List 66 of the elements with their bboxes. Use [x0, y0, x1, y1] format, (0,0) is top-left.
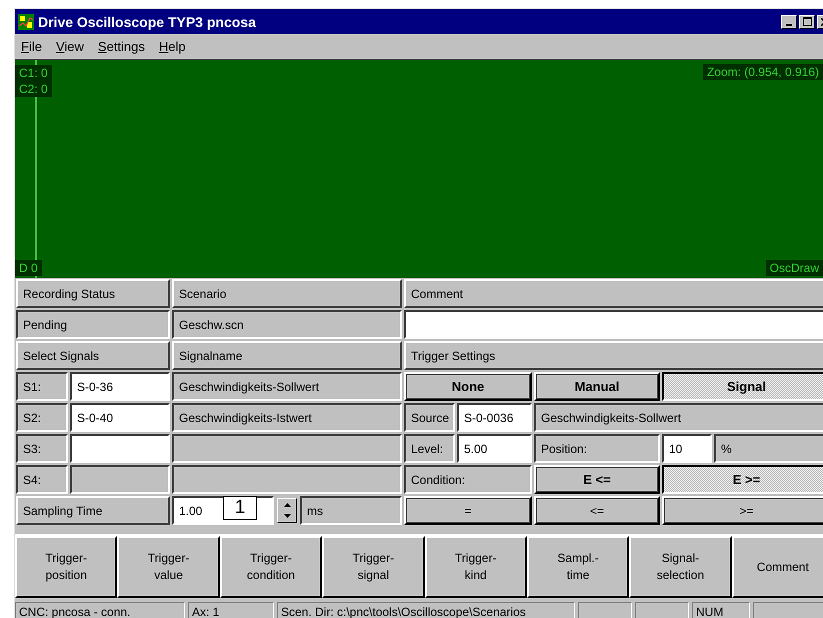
- status-pane: [635, 602, 689, 618]
- toolbar-button[interactable]: Trigger- position: [15, 536, 118, 598]
- channel-label: C1: 0: [15, 65, 52, 81]
- minimize-icon: [786, 24, 792, 26]
- signal-name: Geschwindigkeits-Sollwert: [172, 372, 402, 401]
- comment-field[interactable]: [404, 310, 823, 339]
- menu-item[interactable]: Help: [158, 38, 186, 54]
- position-label: Position:: [534, 434, 660, 463]
- window-title: Drive Oscilloscope TYP3 pncosa: [38, 14, 257, 30]
- condition-button[interactable]: E >=: [662, 465, 823, 494]
- toolbar-button[interactable]: Sampl.- time: [526, 536, 630, 598]
- signal-label: S4:: [16, 465, 68, 494]
- trigger-mode-button[interactable]: Signal: [662, 372, 823, 401]
- signal-label: S1:: [16, 372, 68, 401]
- minimize-button[interactable]: [781, 14, 797, 28]
- callout-tooltip: 1: [223, 496, 257, 520]
- toolbar-button[interactable]: Signal- selection: [629, 536, 732, 598]
- toolbar-button[interactable]: Trigger- value: [117, 536, 220, 598]
- comparison-button[interactable]: <=: [534, 496, 660, 525]
- signal-field[interactable]: S-0-40: [70, 403, 170, 432]
- toolbar-button[interactable]: Trigger- condition: [220, 536, 322, 598]
- column-header: Recording Status: [16, 279, 170, 308]
- menu-item[interactable]: View: [56, 38, 84, 54]
- unit-label: %: [714, 434, 823, 463]
- spin-buttons[interactable]: [277, 498, 297, 523]
- source-label: Source: [404, 403, 455, 432]
- toolbar-button[interactable]: Trigger- kind: [424, 536, 527, 598]
- status-pane: NUM: [692, 602, 750, 618]
- signal-name: Geschwindigkeits-Istwert: [172, 403, 402, 432]
- maximize-icon: [802, 17, 812, 26]
- status-value: Pending: [16, 310, 170, 339]
- zoom-label: Zoom: (0.954, 0.916): [702, 64, 823, 80]
- condition-label: Condition:: [404, 465, 532, 494]
- trigger-mode-button[interactable]: Manual: [534, 372, 660, 401]
- column-header: Comment: [404, 279, 823, 308]
- digital-label: D 0: [15, 260, 42, 276]
- status-pane: Ax: 1: [188, 602, 274, 618]
- unit-label: ms: [300, 496, 402, 525]
- menu-item[interactable]: Settings: [98, 38, 145, 54]
- menu-item[interactable]: File: [21, 38, 42, 54]
- column-header: Signalname: [172, 341, 402, 370]
- column-header: Scenario: [172, 279, 402, 308]
- condition-button[interactable]: E <=: [534, 465, 660, 494]
- app-icon: [18, 14, 34, 30]
- column-header: Trigger Settings: [404, 341, 823, 370]
- source-name: Geschwindigkeits-Sollwert: [534, 403, 823, 432]
- level-label: Level:: [404, 434, 455, 463]
- signal-label: S3:: [16, 434, 68, 463]
- scenario-value: Geschw.scn: [172, 310, 402, 339]
- column-header: Select Signals: [16, 341, 170, 370]
- channel-label: C2: 0: [15, 81, 52, 97]
- toolbar-button[interactable]: Trigger- signal: [322, 536, 424, 598]
- source-field[interactable]: S-0-0036: [457, 403, 532, 432]
- position-field[interactable]: 10: [662, 434, 712, 463]
- status-pane: [578, 602, 632, 618]
- comparison-button[interactable]: =: [404, 496, 532, 525]
- signal-field[interactable]: S-0-36: [70, 372, 170, 401]
- signal-field[interactable]: [70, 434, 170, 463]
- toolbar-button[interactable]: Comment: [732, 536, 823, 598]
- signal-label: S2:: [16, 403, 68, 432]
- trigger-mode-button[interactable]: None: [404, 372, 532, 401]
- comparison-button[interactable]: >=: [662, 496, 823, 525]
- display-name: OscDraw: [766, 260, 823, 276]
- sampling-label: Sampling Time: [16, 496, 170, 525]
- level-field[interactable]: 5.00: [457, 434, 532, 463]
- maximize-button[interactable]: [799, 14, 815, 28]
